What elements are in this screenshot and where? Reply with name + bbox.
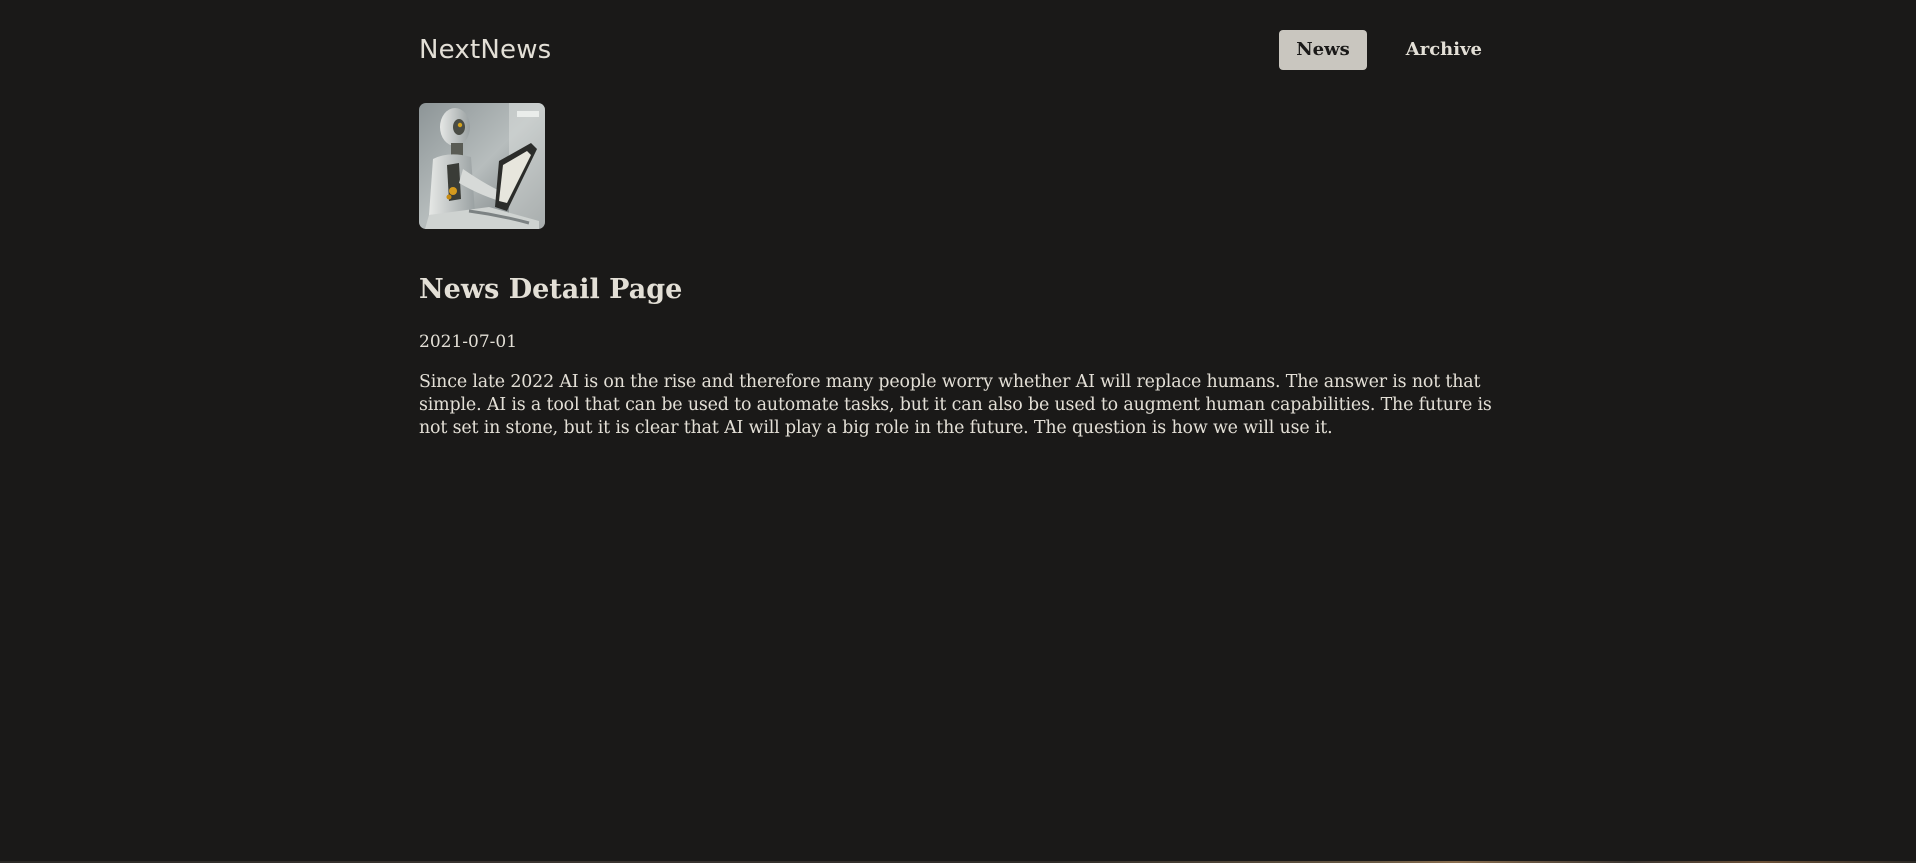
article-date: 2021-07-01 [419, 332, 518, 352]
nav-link-news[interactable]: News [1279, 30, 1367, 70]
article-title: News Detail Page [419, 274, 683, 305]
page-container: NextNews News Archive News Detail Page 2… [419, 0, 1499, 438]
brand-logo[interactable]: NextNews [419, 33, 551, 67]
main-nav: News Archive [1279, 30, 1499, 70]
site-header: NextNews News Archive [419, 0, 1499, 100]
article-image [419, 103, 545, 229]
article-body: Since late 2022 AI is on the rise and th… [419, 372, 1492, 438]
robot-image [419, 103, 545, 229]
nav-link-archive[interactable]: Archive [1389, 30, 1499, 70]
